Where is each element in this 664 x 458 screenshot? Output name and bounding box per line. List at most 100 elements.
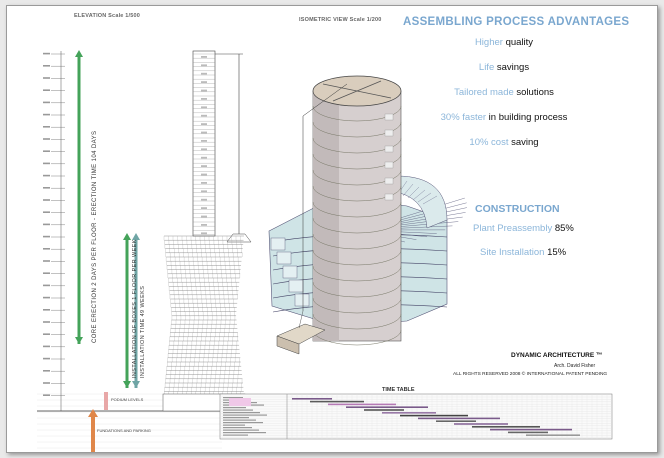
- advantage-item: 30% faster in building process: [440, 112, 568, 123]
- core-arrow-tail: [75, 337, 83, 344]
- boxes-arrow-tail: [123, 381, 131, 388]
- level-label-mark: [43, 150, 50, 152]
- foundations-label: FUNDATIONS AND PARKING: [97, 428, 151, 433]
- timetable-title: TIME TABLE: [382, 387, 415, 393]
- construction-item: Plant Preassembly 85%: [473, 223, 574, 234]
- level-label-mark: [43, 284, 50, 287]
- wing-box: [288, 279, 304, 293]
- wing-box: [294, 293, 310, 307]
- timetable-bar: [292, 398, 332, 400]
- core-window: [201, 114, 207, 117]
- core-window: [201, 89, 207, 92]
- timetable-bar: [310, 400, 364, 403]
- level-label-mark: [43, 223, 50, 226]
- timetable-bar: [346, 406, 428, 408]
- advantages-title: ASSEMBLING PROCESS ADVANTAGES: [403, 16, 630, 28]
- level-label-mark: [43, 357, 50, 360]
- core-window: [201, 190, 207, 193]
- construction-title: CONSTRUCTION: [475, 203, 560, 215]
- boxes-arrow-head: [123, 233, 131, 240]
- timetable-task-text: [223, 427, 252, 429]
- level-label-mark: [43, 126, 50, 128]
- timetable-task-text: [223, 422, 263, 424]
- core-window: [201, 198, 207, 201]
- credits-title: DYNAMIC ARCHITECTURE ™: [511, 352, 603, 359]
- drawing-sheet: ELEVATION Scale 1/500 ISOMETRIC VIEW Sca…: [6, 5, 658, 453]
- core-window: [201, 56, 207, 58]
- foundation-arrow-head: [88, 409, 98, 417]
- podium-marker: [104, 392, 108, 410]
- elevation-header: ELEVATION Scale 1/500: [74, 13, 141, 19]
- timetable-task-text: [223, 412, 260, 414]
- wing-box: [270, 237, 286, 251]
- timetable-bar: [328, 403, 396, 406]
- level-label-mark: [43, 309, 50, 311]
- credits-architect: Arch. David Fisher: [554, 363, 596, 369]
- advantage-item: Tailored made solutions: [454, 87, 554, 98]
- timetable-task-text: [223, 407, 246, 409]
- core-window: [201, 182, 207, 184]
- timetable-bar: [382, 412, 436, 414]
- timetable-task-text: [223, 432, 266, 434]
- timetable-task-text: [223, 419, 256, 421]
- level-label-mark: [43, 272, 50, 274]
- credits-rights: ALL RIGHTS RESERVED 2008 © INTERNATIONAL…: [453, 372, 608, 377]
- timetable-task-text: [223, 429, 259, 431]
- core-erection-label: CORE ERECTION 2 DAYS PER FLOOR - ERECTIO…: [92, 130, 98, 343]
- level-label-mark: [43, 260, 50, 262]
- timetable-frame: [219, 393, 613, 440]
- timetable-task-text: [223, 417, 249, 419]
- timetable-task-text: [223, 434, 248, 436]
- timetable-highlight: [229, 398, 251, 406]
- core-window: [201, 72, 207, 75]
- core-opening: [384, 161, 394, 169]
- wing-box: [276, 251, 292, 265]
- timetable-bar: [364, 409, 404, 411]
- timetable-task-text: [223, 414, 267, 416]
- level-label-mark: [43, 199, 50, 201]
- advantage-item: Higher quality: [474, 37, 534, 48]
- level-label-mark: [43, 113, 50, 116]
- level-label-mark: [43, 321, 50, 323]
- advantage-item: Life savings: [478, 62, 530, 73]
- timetable-bar: [418, 417, 500, 420]
- timetable-bar: [454, 423, 508, 425]
- core-window: [201, 106, 207, 109]
- level-label-mark: [43, 162, 50, 165]
- level-label-mark: [43, 296, 50, 299]
- core-window: [201, 131, 207, 134]
- timetable-bar: [436, 420, 476, 422]
- timetable-bar: [508, 431, 548, 434]
- level-label-mark: [43, 370, 50, 372]
- level-label-mark: [43, 211, 50, 213]
- core-window: [201, 207, 207, 209]
- boxes-installation-label: INSTALLATION OF BOXES 1 FLOOR PER WEEK: [132, 239, 138, 378]
- core-opening: [384, 129, 394, 137]
- level-label-mark: [43, 235, 50, 238]
- level-label-mark: [43, 52, 50, 55]
- level-label-mark: [43, 174, 50, 177]
- level-label-mark: [43, 89, 50, 91]
- core-window: [201, 81, 207, 83]
- core-window: [201, 140, 207, 142]
- timetable-task-text: [223, 424, 245, 426]
- podium-levels-label: PODIUM LEVELS: [111, 397, 144, 402]
- construction-item: Site Installation 15%: [480, 247, 567, 258]
- core-window: [201, 165, 207, 167]
- core-opening: [384, 193, 394, 201]
- timetable-bar: [490, 428, 572, 431]
- isometric-header: ISOMETRIC VIEW Scale 1/200: [299, 17, 382, 23]
- core-window: [201, 98, 207, 100]
- level-label-mark: [43, 101, 50, 104]
- core-arrow-head: [75, 50, 83, 57]
- level-label-mark: [43, 65, 50, 67]
- core-window: [201, 156, 207, 159]
- timetable-bar: [472, 426, 540, 428]
- level-label-mark: [43, 138, 50, 140]
- level-label-mark: [43, 333, 50, 335]
- core-window: [201, 148, 207, 151]
- core-window: [201, 173, 207, 176]
- crane-base: [226, 233, 252, 243]
- advantage-item: 10% cost saving: [469, 137, 539, 148]
- installation-time-label: INSTALLATION TIME 49 WEEKS: [140, 285, 146, 378]
